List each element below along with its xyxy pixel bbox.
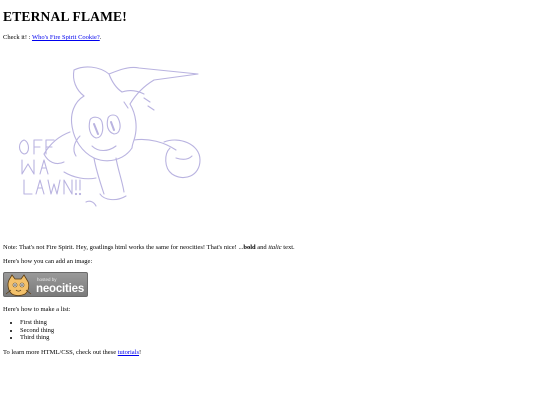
neocities-badge[interactable]: hosted by neocities [3, 272, 88, 297]
note-text: Note: That's not Fire Spirit. Hey, goatl… [3, 244, 244, 251]
list-intro: Here's how to make a list: [3, 306, 71, 313]
tutorials-link[interactable]: tutorials [118, 349, 139, 356]
check-prefix: Check it! : [3, 34, 31, 41]
note-bold: bold [243, 244, 256, 251]
list-item: First thing [20, 319, 54, 327]
fire-spirit-link[interactable]: Who's Fire Spirit Cookie? [32, 34, 100, 41]
image-intro: Here's how you can add an image: [3, 258, 93, 265]
neocities-cat-icon [5, 274, 32, 296]
note-italic: italic [268, 244, 282, 251]
check-suffix: . [99, 34, 102, 41]
check-line: Check it! : Who's Fire Spirit Cookie?. [3, 34, 101, 42]
example-list: First thing Second thing Third thing [3, 319, 54, 342]
note-line: Note: That's not Fire Spirit. Hey, goatl… [3, 244, 295, 252]
badge-big-text: neocities [36, 283, 85, 295]
page-title: ETERNAL FLAME! [3, 9, 127, 24]
list-item: Second thing [20, 327, 54, 335]
cartoon-drawing [18, 66, 201, 207]
learn-prefix: To learn more HTML/CSS, check out these [3, 349, 118, 356]
learn-suffix: ! [139, 349, 142, 356]
learn-line: To learn more HTML/CSS, check out these … [3, 349, 141, 357]
list-item: Third thing [20, 334, 54, 342]
note-end: text. [281, 244, 295, 251]
note-and: and [255, 244, 269, 251]
